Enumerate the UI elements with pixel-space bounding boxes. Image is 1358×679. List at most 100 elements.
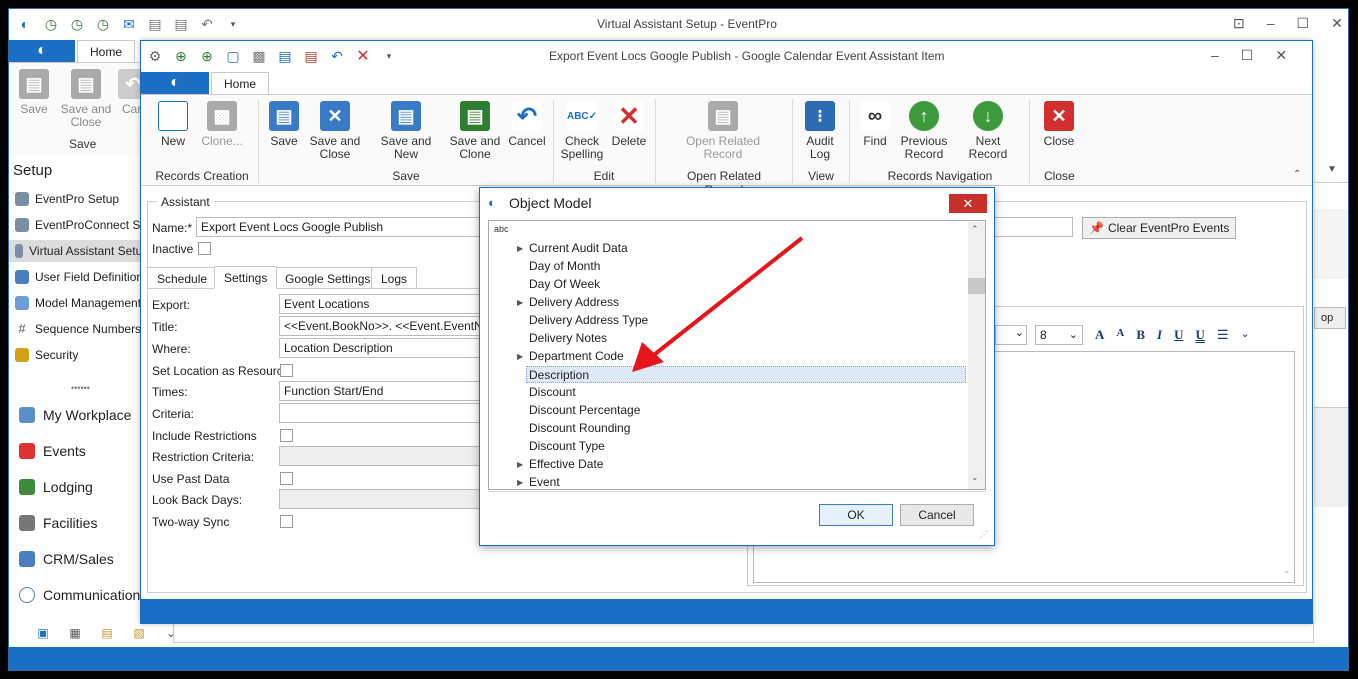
clock-icon[interactable]: ◷ — [41, 14, 61, 34]
name-field-right[interactable] — [993, 217, 1073, 237]
title-field[interactable]: <<Event.BookNo>>. <<Event.EventNa — [279, 316, 485, 336]
outer-save-close-button[interactable]: ▤ Save and Close — [59, 69, 113, 129]
chevron-down-icon[interactable]: ⌄ — [1241, 327, 1250, 343]
times-field[interactable]: Function Start/End — [279, 381, 485, 401]
delete-button[interactable]: ✕ Delete — [609, 101, 649, 148]
save-and-clone-button[interactable]: ▤ Save and Clone — [449, 101, 501, 161]
underline-icon[interactable]: U — [1174, 327, 1183, 343]
outer-right-button[interactable]: op — [1314, 307, 1346, 329]
mail-icon[interactable]: ✉ — [119, 14, 139, 34]
close-icon[interactable]: ✕ — [1275, 47, 1287, 64]
where-field[interactable]: Location Description — [279, 338, 485, 358]
sidebar-item-eventproconnect-setup[interactable]: EventProConnect Setu — [15, 218, 157, 232]
name-field[interactable]: Export Event Locs Google Publish — [196, 217, 486, 237]
arrow-up-icon[interactable]: ⊕ — [171, 46, 191, 66]
tree-item[interactable]: Discount Type — [529, 438, 969, 455]
nav-lodging[interactable]: Lodging — [19, 479, 93, 495]
scroll-down-icon[interactable]: ⌄ — [1283, 565, 1291, 576]
nav-crm-sales[interactable]: CRM/Sales — [19, 551, 114, 567]
sidebar-item-sequence-numbers[interactable]: # Sequence Numbers — [15, 322, 141, 336]
close-icon[interactable]: ✕ — [1331, 15, 1343, 32]
nav-communications[interactable]: Communications — [19, 587, 147, 603]
clipboard-icon[interactable]: ▣ — [33, 623, 53, 643]
clock-icon[interactable]: ◷ — [67, 14, 87, 34]
undo-icon[interactable]: ↶ — [197, 14, 217, 34]
gear-icon[interactable]: ⚙ — [145, 46, 165, 66]
save-and-new-button[interactable]: ▤ Save and New — [367, 101, 445, 161]
delete-icon[interactable]: ✕ — [353, 46, 373, 66]
outer-app-menu-button[interactable]: ◐ — [9, 40, 75, 62]
save-close-icon[interactable]: ▤ — [301, 46, 321, 66]
chevron-down-icon[interactable]: ▼ — [1314, 157, 1348, 183]
shrink-font-icon[interactable]: A — [1116, 327, 1124, 343]
ok-button[interactable]: OK — [819, 504, 893, 526]
expand-arrow-icon[interactable]: ▶ — [517, 456, 523, 473]
two-way-sync-checkbox[interactable] — [280, 515, 293, 528]
clear-eventpro-events-button[interactable]: 📌 Clear EventPro Events — [1082, 217, 1237, 239]
tree-item[interactable]: ▶ Event — [517, 474, 969, 491]
tree-item[interactable]: ▶ Effective Date — [517, 456, 969, 473]
resize-grip-icon[interactable]: ⋰ — [980, 530, 988, 539]
sidebar-item-eventpro-setup[interactable]: EventPro Setup — [15, 192, 119, 206]
arrow-down-icon[interactable]: ⊕ — [197, 46, 217, 66]
sidebar-item-virtual-assistant-setup[interactable]: Virtual Assistant Setup — [9, 240, 149, 262]
previous-record-button[interactable]: ↑ Previous Record — [899, 101, 949, 161]
bold-icon[interactable]: B — [1136, 327, 1145, 343]
sidebar-splitter[interactable]: •••••• — [71, 383, 90, 393]
audit-log-button[interactable]: ⁝ Audit Log — [801, 101, 839, 161]
calculator-icon[interactable]: ▦ — [65, 623, 85, 643]
tree-item[interactable]: Discount Rounding — [529, 420, 969, 437]
sidebar-item-model-management[interactable]: Model Management — [15, 296, 141, 310]
restore-icon[interactable]: ⊡ — [1233, 15, 1245, 32]
font-dropdown[interactable]: ⌄ — [995, 325, 1027, 345]
maximize-icon[interactable]: ☐ — [1241, 47, 1254, 64]
inner-tab-home[interactable]: Home — [211, 72, 270, 95]
criteria-field[interactable] — [279, 403, 485, 423]
expand-arrow-icon[interactable]: ▶ — [517, 474, 523, 491]
open-related-record-button[interactable]: ▤ Open Related Record — [683, 101, 763, 161]
tree-item[interactable]: Discount Percentage — [529, 402, 969, 419]
set-location-resource-checkbox[interactable] — [280, 364, 293, 377]
expand-arrow-icon[interactable]: ▶ — [517, 240, 523, 257]
nav-events[interactable]: Events — [19, 443, 86, 459]
clock-icon[interactable]: ◷ — [93, 14, 113, 34]
font-size-dropdown[interactable]: 8 ⌄ — [1035, 325, 1083, 345]
maximize-icon[interactable]: ☐ — [1297, 15, 1310, 32]
inactive-checkbox[interactable] — [198, 242, 211, 255]
expand-arrow-icon[interactable]: ▶ — [517, 294, 523, 311]
tab-schedule[interactable]: Schedule — [147, 267, 218, 289]
tab-settings[interactable]: Settings — [214, 266, 278, 289]
new-icon[interactable]: ▢ — [223, 46, 243, 66]
scrollbar-thumb[interactable] — [968, 278, 985, 294]
double-underline-icon[interactable]: U — [1195, 327, 1204, 343]
dropdown-icon[interactable]: ▾ — [223, 14, 243, 34]
tab-logs[interactable]: Logs — [371, 267, 418, 289]
save-icon[interactable]: ▤ — [275, 46, 295, 66]
save-icon[interactable]: ▤ — [171, 14, 191, 34]
minimize-icon[interactable]: – — [1267, 15, 1275, 32]
include-restrictions-checkbox[interactable] — [280, 429, 293, 442]
save-icon[interactable]: ▤ — [145, 14, 165, 34]
save-button[interactable]: ▤ Save — [265, 101, 303, 148]
sidebar-item-security[interactable]: Security — [15, 348, 78, 362]
transfer-icon[interactable]: ▧ — [129, 623, 149, 643]
outer-tab-home[interactable]: Home — [77, 40, 136, 63]
sidebar-item-user-field-definition[interactable]: User Field Definition — [15, 270, 143, 284]
clone-icon[interactable]: ▩ — [249, 46, 269, 66]
outer-save-button[interactable]: ▤ Save — [13, 69, 55, 116]
undo-icon[interactable]: ↶ — [327, 46, 347, 66]
use-past-data-checkbox[interactable] — [280, 472, 293, 485]
scroll-down-icon[interactable]: ⌄ — [971, 472, 979, 483]
close-button[interactable]: ✕ Close — [1039, 101, 1079, 148]
list-icon[interactable]: ☰ — [1217, 327, 1229, 343]
dialog-close-button[interactable]: ✕ — [949, 194, 987, 213]
save-and-close-button[interactable]: ✕ Save and Close — [309, 101, 361, 161]
inner-app-menu-button[interactable]: ◐ — [141, 72, 209, 94]
nav-facilities[interactable]: Facilities — [19, 515, 97, 531]
export-field[interactable]: Event Locations — [279, 294, 485, 314]
tree-search-hint[interactable]: abc — [494, 224, 509, 234]
new-button[interactable]: New — [155, 101, 191, 148]
notes-icon[interactable]: ▤ — [97, 623, 117, 643]
nav-my-workplace[interactable]: My Workplace — [19, 407, 131, 423]
italic-icon[interactable]: I — [1157, 327, 1162, 343]
